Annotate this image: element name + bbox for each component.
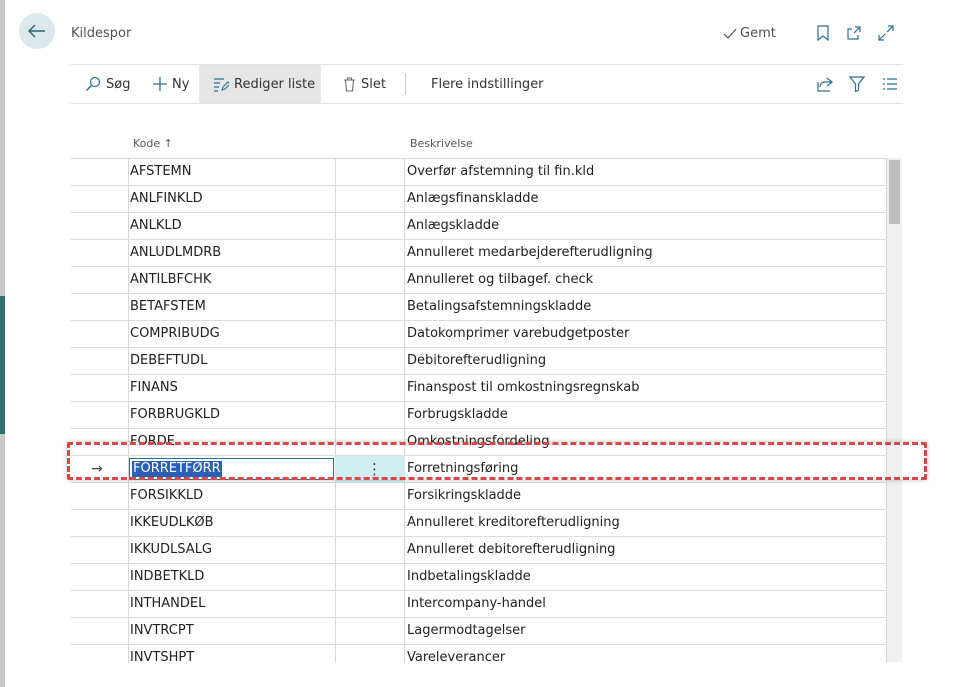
vertical-scrollbar[interactable] (887, 158, 902, 662)
description-cell[interactable]: Intercompany-handel (407, 591, 882, 617)
open-new-window-button[interactable] (845, 24, 863, 42)
filter-button[interactable] (848, 75, 866, 93)
description-cell[interactable]: Indbetalingskladde (407, 564, 882, 590)
trash-icon (344, 76, 355, 92)
table-row[interactable]: INDBETKLD Indbetalingskladde (71, 564, 887, 591)
action-bar: Søg Ny Rediger liste Slet Flere indstill… (71, 64, 903, 104)
table-row[interactable]: IKKEUDLKØB Annulleret kreditorefterudlig… (71, 510, 887, 537)
more-settings-button[interactable]: Flere indstillinger (427, 65, 548, 103)
back-button[interactable] (19, 13, 55, 49)
description-cell[interactable]: Lagermodtagelser (407, 618, 882, 644)
code-cell[interactable]: ANLUDLMDRB (130, 240, 330, 266)
description-cell[interactable]: Forsikringskladde (407, 483, 882, 509)
description-cell[interactable]: Datokomprimer varebudgetposter (407, 321, 882, 347)
table-row[interactable]: FINANS Finanspost til omkostningsregnska… (71, 375, 887, 402)
expand-button[interactable] (877, 24, 895, 42)
code-cell[interactable]: INVTSHPT (130, 645, 330, 663)
saved-status: Gemt (723, 26, 776, 41)
table-row[interactable]: INVTRCPT Lagermodtagelser (71, 618, 887, 645)
description-cell[interactable]: Annulleret kreditorefterudligning (407, 510, 882, 536)
code-cell[interactable]: AFSTEMN (130, 159, 330, 185)
arrow-left-icon (28, 24, 45, 38)
bookmark-button[interactable] (814, 24, 832, 42)
code-cell[interactable]: FORSIKKLD (130, 483, 330, 509)
code-cell[interactable]: ANTILBFCHK (130, 267, 330, 293)
bookmark-icon (817, 25, 829, 41)
code-cell[interactable]: COMPRIBUDG (130, 321, 330, 347)
code-cell[interactable]: ANLKLD (130, 213, 330, 239)
table-row[interactable]: INTHANDEL Intercompany-handel (71, 591, 887, 618)
column-header-description[interactable]: Beskrivelse (410, 137, 473, 150)
code-cell[interactable]: INVTRCPT (130, 618, 330, 644)
edit-list-label: Rediger liste (234, 76, 316, 92)
table-row[interactable]: AFSTEMN Overfør afstemning til fin.kld (71, 159, 887, 186)
table-row[interactable]: ANLUDLMDRB Annulleret medarbejderefterud… (71, 240, 887, 267)
table-row[interactable]: DEBEFTUDL Debitorefterudligning (71, 348, 887, 375)
list-grid: AFSTEMN Overfør afstemning til fin.kld A… (71, 158, 887, 663)
new-label: Ny (172, 76, 190, 92)
list-view-icon (883, 78, 897, 90)
description-cell[interactable]: Overfør afstemning til fin.kld (407, 159, 882, 185)
search-label: Søg (106, 76, 131, 92)
description-cell[interactable]: Annulleret medarbejderefterudligning (407, 240, 882, 266)
page-panel: Kildespor Gemt Søg Ny Rediger liste Slet… (5, 0, 971, 687)
toolbar-divider (405, 73, 406, 95)
open-in-new-icon (847, 26, 861, 40)
code-cell[interactable]: INDBETKLD (130, 564, 330, 590)
description-cell[interactable]: Annulleret debitorefterudligning (407, 537, 882, 563)
checkmark-icon (723, 28, 737, 39)
table-row[interactable]: ANLKLD Anlægskladde (71, 213, 887, 240)
table-row[interactable]: ANLFINKLD Anlægsfinanskladde (71, 186, 887, 213)
code-cell[interactable]: IKKEUDLKØB (130, 510, 330, 536)
table-row[interactable]: BETAFSTEM Betalingsafstemningskladde (71, 294, 887, 321)
share-button[interactable] (816, 75, 834, 93)
saved-label: Gemt (740, 26, 776, 41)
filter-icon (849, 76, 865, 92)
page-title: Kildespor (71, 26, 132, 41)
plus-icon (153, 77, 167, 91)
table-row[interactable]: FORSIKKLD Forsikringskladde (71, 483, 887, 510)
edit-list-icon (214, 77, 229, 92)
code-cell[interactable]: FINANS (130, 375, 330, 401)
delete-button[interactable]: Slet (339, 65, 390, 103)
description-cell[interactable]: Debitorefterudligning (407, 348, 882, 374)
table-row[interactable]: FORBRUGKLD Forbrugskladde (71, 402, 887, 429)
search-icon (86, 76, 101, 91)
description-cell[interactable]: Vareleverancer (407, 645, 882, 663)
description-cell[interactable]: Finanspost til omkostningsregnskab (407, 375, 882, 401)
delete-label: Slet (361, 76, 386, 92)
column-header-code[interactable]: Kode ↑ (133, 137, 173, 150)
list-view-button[interactable] (881, 75, 899, 93)
expand-icon (878, 25, 894, 41)
description-cell[interactable]: Forbrugskladde (407, 402, 882, 428)
code-cell[interactable]: DEBEFTUDL (130, 348, 330, 374)
description-cell[interactable]: Anlægskladde (407, 213, 882, 239)
search-button[interactable]: Søg (81, 65, 134, 103)
code-cell[interactable]: IKKUDLSALG (130, 537, 330, 563)
edit-list-button[interactable]: Rediger liste (199, 65, 321, 103)
description-cell[interactable]: Anlægsfinanskladde (407, 186, 882, 212)
share-icon (816, 77, 833, 92)
code-cell[interactable]: ANLFINKLD (130, 186, 330, 212)
table-row[interactable]: INVTSHPT Vareleverancer (71, 645, 887, 663)
more-settings-label: Flere indstillinger (431, 76, 544, 92)
code-cell[interactable]: FORBRUGKLD (130, 402, 330, 428)
highlight-annotation (67, 442, 927, 480)
table-row[interactable]: IKKUDLSALG Annulleret debitorefterudlign… (71, 537, 887, 564)
code-cell[interactable]: INTHANDEL (130, 591, 330, 617)
new-button[interactable]: Ny (149, 65, 193, 103)
table-row[interactable]: COMPRIBUDG Datokomprimer varebudgetposte… (71, 321, 887, 348)
scrollbar-thumb[interactable] (889, 160, 900, 224)
code-cell[interactable]: BETAFSTEM (130, 294, 330, 320)
description-cell[interactable]: Annulleret og tilbagef. check (407, 267, 882, 293)
table-row[interactable]: ANTILBFCHK Annulleret og tilbagef. check (71, 267, 887, 294)
description-cell[interactable]: Betalingsafstemningskladde (407, 294, 882, 320)
